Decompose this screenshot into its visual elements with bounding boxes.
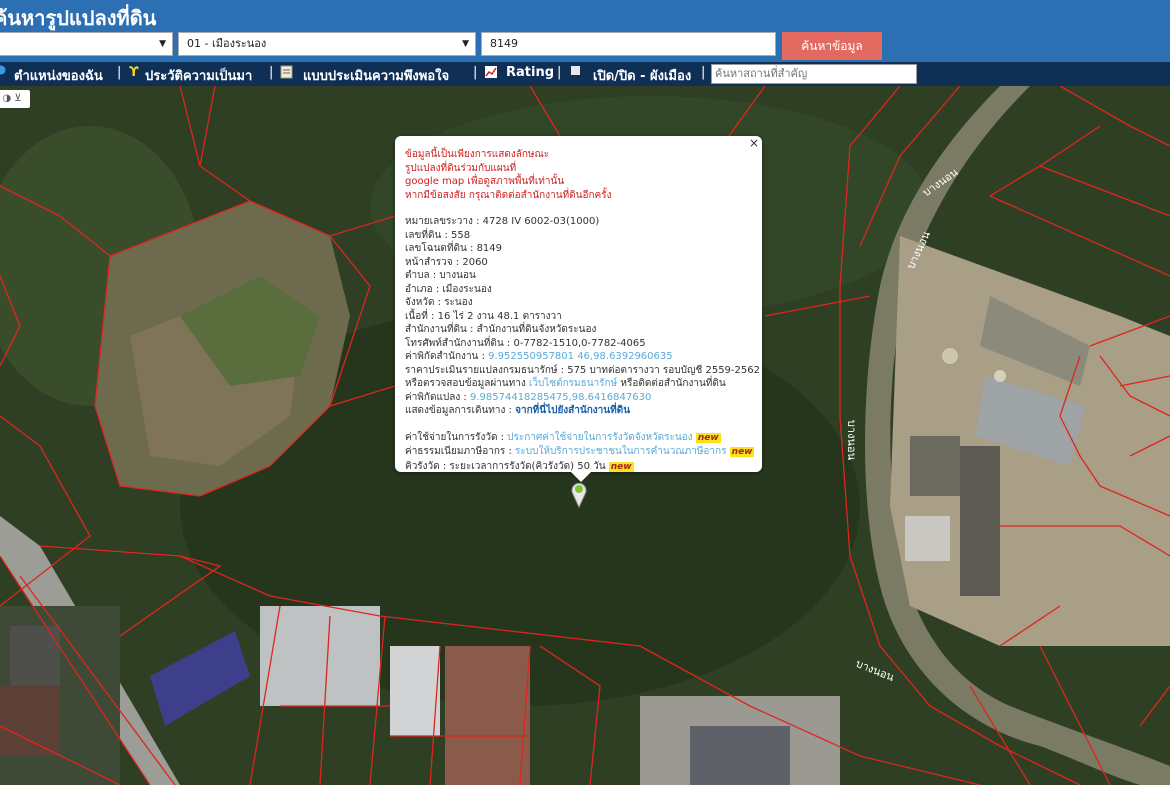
office-coord-link[interactable]: 9.952550957801 46,98.6392960635 [488,351,673,362]
info-district: อำเภอ : เมืองระนอง [405,283,492,295]
info-expense: ค่าใช้จ่ายในการรังวัด : ประกาศค่าใช้จ่าย… [405,431,721,443]
new-badge: new [695,432,721,443]
info-area: เนื้อที่ : 16 ไร่ 2 งาน 48.1 ตารางวา [405,310,562,322]
disclaimer-line: ข้อมูลนี้เป็นเพียงการแสดงลักษณะ [405,149,550,160]
info-queue: คิวรังวัด : ระยะเวลาการรังวัด(คิวรังวัด)… [405,460,634,472]
info-province: จังหวัด : ระนอง [405,297,473,308]
info-price: ราคาประเมินรายแปลงกรมธนารักษ์ : 575 บาทต… [405,364,760,376]
info-check: หรือตรวจสอบข้อมูลผ่านทาง เว็บไซต์กรมธนาร… [405,378,726,389]
route-link[interactable]: จากที่นี่ไปยังสำนักงานที่ดิน [515,405,630,416]
square-icon [571,65,581,80]
notepad-icon [280,65,294,83]
info-route: แสดงข้อมูลการเดินทาง : จากที่นี่ไปยังสำน… [405,405,631,416]
district-select[interactable]: 01 - เมืองระนอง ▼ [178,32,476,56]
page-title: ค้นหารูปแปลงที่ดิน [0,6,157,30]
disclaimer-line: หากมีข้อสงสัย กรุณาติดต่อสำนักงานที่ดินอ… [405,189,612,201]
chevron-down-icon: ▼ [159,39,166,49]
sprout-icon: ϒ [129,65,139,80]
map-pin-icon[interactable] [570,480,588,512]
map-layer-controls[interactable]: ◑ ⊻ [0,90,30,108]
nav-rating[interactable]: Rating [506,65,554,80]
info-phone: โทรศัพท์สำนักงานที่ดิน : 0-7782-1510,0-7… [405,337,646,349]
road-label: บางนอน [845,419,859,461]
nav-separator: | [557,65,562,80]
disclaimer-line: google map เพื่อดูสภาพพื้นที่เท่านั้น [405,176,565,187]
info-deed-no: เลขโฉนดที่ดิน : 8149 [405,243,503,254]
map-control-icon[interactable]: ◑ ⊻ [2,93,21,104]
nav-separator: | [269,65,274,80]
expense-link[interactable]: ประกาศค่าใช้จ่ายในการรังวัดจังหวัดระนอง [507,432,692,443]
app-header: ค้นหารูปแปลงที่ดิน ▼ 01 - เมืองระนอง ▼ 8… [0,0,1170,62]
parcel-coord-link[interactable]: 9.98574418285475,98.6416847630 [470,392,651,403]
parcel-info-popup: × ข้อมูลนี้เป็นเพียงการแสดงลักษณะ รูปแปล… [395,136,762,482]
close-icon[interactable]: × [749,136,759,151]
nav-separator: | [117,65,122,80]
parcel-number-value: 8149 [490,37,518,50]
search-button[interactable]: ค้นหาข้อมูล [782,32,882,60]
treasury-website-link[interactable]: เว็บไซต์กรมธนารักษ์ [529,378,617,389]
info-survey-page: หน้าสำรวจ : 2060 [405,256,488,268]
nav-satisfaction-survey[interactable]: แบบประเมินความพึงพอใจ [303,65,449,86]
nav-separator: | [473,65,478,80]
nav-separator: | [701,65,706,80]
chart-icon [484,65,498,83]
location-icon [0,65,6,81]
parcel-number-input[interactable]: 8149 [481,32,776,56]
new-badge: new [729,447,755,457]
nav-my-location[interactable]: ตำแหน่งของฉัน [14,65,103,86]
info-fee: ค่าธรรมเนียมภาษีอากร : ระบบให้บริการประช… [405,446,755,457]
nav-history[interactable]: ประวัติความเป็นมา [145,65,252,86]
info-parcel-coord: ค่าพิกัดแปลง : 9.98574418285475,98.64168… [405,391,652,403]
navbar: ตำแหน่งของฉัน | ϒ ประวัติความเป็นมา | แบ… [0,62,1170,86]
nav-toggle-city-plan[interactable]: เปิด/ปิด - ผังเมือง [593,65,691,86]
new-badge: new [608,461,634,472]
info-office-coord: ค่าพิกัดสำนักงาน : 9.952550957801 46,98.… [405,351,673,362]
disclaimer-line: รูปแปลงที่ดินร่วมกับแผนที่ [405,162,517,174]
info-subdistrict: ตำบล : บางนอน [405,270,476,281]
chevron-down-icon: ▼ [462,39,469,49]
tax-service-link[interactable]: ระบบให้บริการประชาชนในการคำนวณภาษีอากร [515,446,726,457]
place-search-input[interactable] [711,64,917,84]
info-land-no: เลขที่ดิน : 558 [405,229,471,241]
province-select[interactable]: ▼ [0,32,173,56]
info-office: สำนักงานที่ดิน : สำนักงานที่ดินจังหวัดระ… [405,324,597,335]
district-select-value: 01 - เมืองระนอง [187,37,267,50]
info-sheet: หมายเลขระวาง : 4728 IV 6002-03(1000) [405,216,600,227]
